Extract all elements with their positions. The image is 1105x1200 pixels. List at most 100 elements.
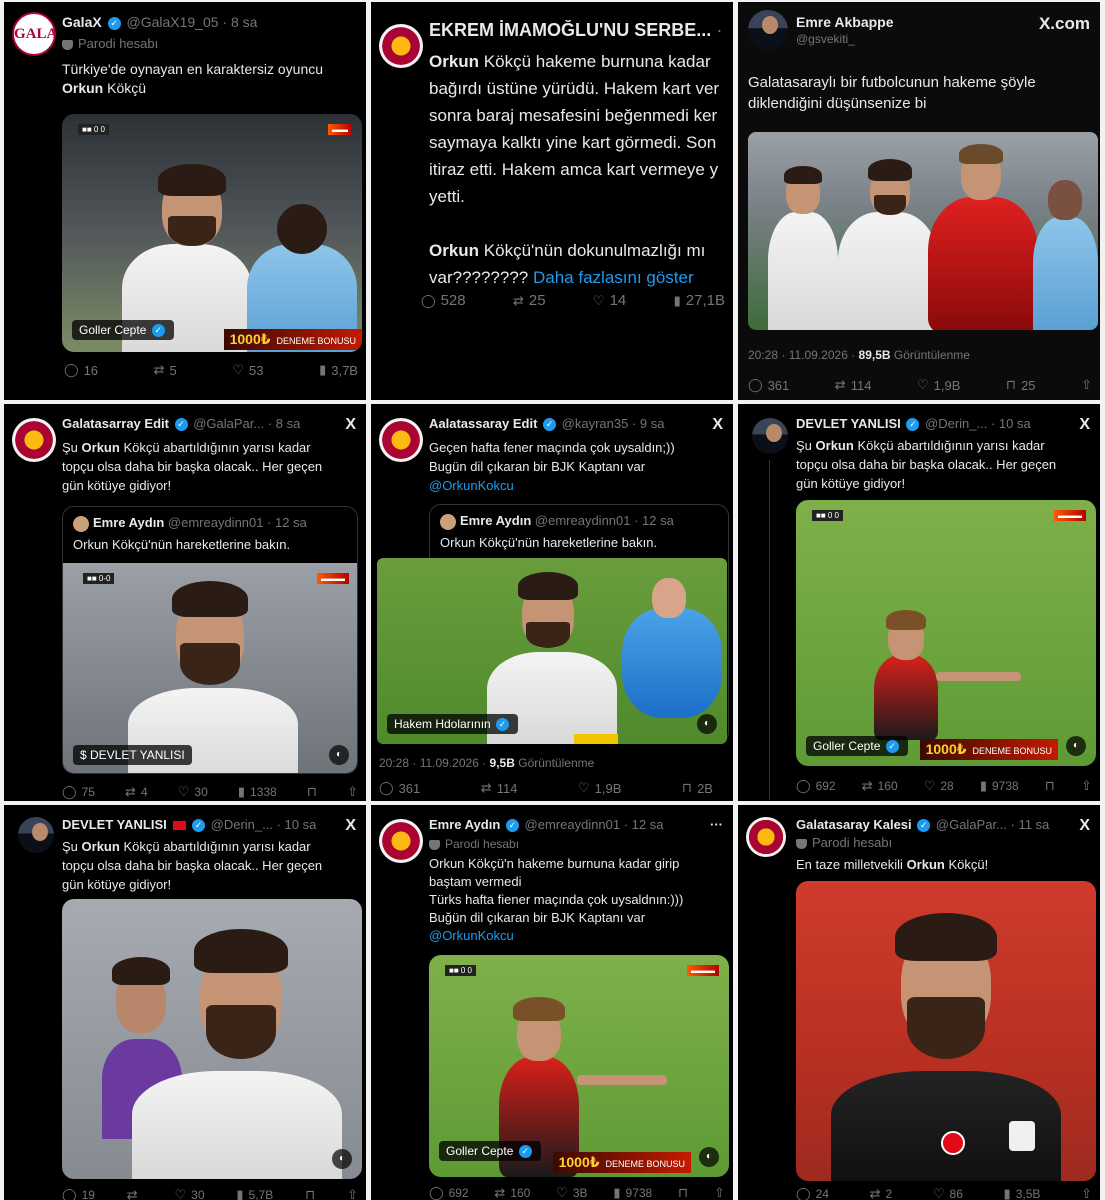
tweet-media[interactable]: ■■ 0 0 ▬▬ Goller Cepte ✓ 1000₺ DENEME BON… — [62, 114, 362, 352]
bookmark-button[interactable]: ⊓ — [1045, 778, 1055, 794]
mute-icon[interactable]: ◐ — [332, 1149, 352, 1169]
tweet-card[interactable]: DEVLET YANLISI ✓ @Derin_... · 10 sa X Şu… — [4, 805, 366, 1200]
avatar[interactable] — [12, 418, 56, 462]
reply-button[interactable]: ◯ 19 — [62, 1187, 95, 1200]
bookmark-button[interactable]: ⊓ — [307, 784, 317, 800]
avatar[interactable] — [748, 10, 788, 50]
tweet-card[interactable]: Galatasaray Kalesi ✓ @GalaPar... · 11 sa… — [738, 805, 1100, 1200]
x-logo-icon[interactable]: X — [1079, 416, 1090, 434]
author-handle[interactable]: @GalaX19_05 — [126, 14, 218, 30]
retweet-button[interactable]: ⇄ 160 — [494, 1185, 530, 1200]
mute-icon[interactable]: ◐ — [1066, 736, 1086, 756]
author-name[interactable]: DEVLET YANLISI — [62, 817, 167, 832]
mention-link[interactable]: @OrkunKokcu — [429, 927, 725, 945]
like-button[interactable]: ♡ 3B — [556, 1185, 587, 1200]
channel-badge[interactable]: Goller Cepte ✓ — [439, 1140, 541, 1161]
share-button[interactable]: ⇧ — [1081, 778, 1092, 794]
views-button[interactable]: ▮ 27,1B — [674, 292, 725, 309]
share-button[interactable]: ⇧ — [714, 1185, 725, 1200]
like-button[interactable]: ♡ 30 — [178, 784, 208, 800]
avatar[interactable] — [379, 24, 423, 68]
author-handle[interactable]: @gsvekiti_ — [796, 32, 855, 46]
bookmark-button[interactable]: ⊓ — [305, 1187, 315, 1200]
avatar[interactable] — [18, 817, 54, 853]
views-button[interactable]: ▮ 3,5B — [1004, 1186, 1041, 1200]
mute-icon[interactable]: ◐ — [329, 745, 349, 765]
avatar[interactable] — [746, 817, 786, 857]
author-name[interactable]: Galatasaray Kalesi — [796, 817, 912, 832]
avatar[interactable] — [752, 418, 788, 454]
tweet-time[interactable]: · 8 sa — [268, 416, 301, 431]
reply-button[interactable]: ◯ 361 — [379, 780, 420, 796]
tweet-time[interactable]: · 8 sa — [222, 14, 257, 30]
views-button[interactable]: ▮ 5,7B — [236, 1187, 273, 1200]
tweet-media[interactable]: ■■ 0 0 ▬▬▬ Goller Cepte ✓ 1000₺ DENEME BO… — [796, 500, 1096, 766]
like-button[interactable]: ♡ 1,9B — [917, 377, 960, 393]
retweet-button[interactable]: ⇄ 25 — [513, 292, 546, 309]
tweet-card[interactable]: Aalatassaray Edit ✓ @kayran35 · 9 sa X G… — [371, 404, 733, 801]
tweet-media[interactable]: ◐ — [62, 899, 362, 1179]
avatar[interactable] — [379, 819, 423, 863]
x-logo-icon[interactable]: X — [345, 817, 356, 835]
retweet-button[interactable]: ⇄ 5 — [154, 362, 177, 378]
tweet-card[interactable]: GALA GalaX ✓ @GalaX19_05 · 8 sa Parodi h… — [4, 2, 366, 400]
more-options-icon[interactable]: ··· — [710, 817, 723, 832]
x-logo-icon[interactable]: X — [1079, 817, 1090, 835]
mention-link[interactable]: @OrkunKokcu — [429, 476, 725, 495]
retweet-button[interactable]: ⇄ 114 — [481, 780, 518, 796]
author-name[interactable]: Emre Akbappe — [796, 14, 894, 30]
share-button[interactable]: ⇧ — [1081, 1186, 1092, 1200]
avatar[interactable]: GALA — [12, 12, 56, 56]
reply-button[interactable]: ◯ 16 — [64, 362, 98, 378]
channel-badge[interactable]: Hakem Hdolarının ✓ — [387, 713, 519, 734]
mute-icon[interactable]: ◐ — [699, 1147, 719, 1167]
share-button[interactable]: ⇧ — [1081, 377, 1092, 393]
views-button[interactable]: ▮ 9738 — [613, 1185, 652, 1200]
x-logo-icon[interactable]: X — [345, 416, 356, 434]
author-name[interactable]: Aalatassaray Edit — [429, 416, 537, 431]
author-handle[interactable]: @Derin_... · 10 sa — [211, 817, 317, 832]
like-button[interactable]: ♡ 1,9B — [578, 780, 621, 796]
author-handle[interactable]: @emreaydinn01 · 12 sa — [525, 817, 664, 832]
like-button[interactable]: ♡ 14 — [593, 292, 626, 309]
retweet-button[interactable]: ⇄ — [127, 1187, 143, 1200]
share-button[interactable]: ⇧ — [347, 1187, 358, 1200]
author-name[interactable]: GalaX — [62, 14, 102, 30]
tweet-card[interactable]: DEVLET YANLISI ✓ @Derin_... · 10 sa X Şu… — [738, 404, 1100, 801]
views-button[interactable]: ▮ 9738 — [980, 778, 1019, 794]
author-name[interactable]: DEVLET YANLISI — [796, 416, 901, 431]
reply-button[interactable]: ◯ 528 — [421, 292, 466, 309]
channel-badge[interactable]: $ DEVLET YANLISI — [73, 745, 192, 765]
tweet-media[interactable] — [748, 132, 1098, 330]
tweet-media[interactable]: ■■ 0-0 ▬▬▬ $ DEVLET YANLISI ◐ — [63, 563, 357, 773]
retweet-button[interactable]: ⇄ 4 — [125, 784, 148, 800]
mute-icon[interactable]: ◐ — [697, 714, 717, 734]
author-name[interactable]: Emre Aydın — [429, 817, 500, 832]
tweet-time[interactable]: · 12 — [716, 20, 725, 40]
tweet-media[interactable] — [796, 881, 1096, 1181]
author-handle[interactable]: @kayran35 · 9 sa — [562, 416, 665, 431]
reply-button[interactable]: ◯ 361 — [748, 377, 789, 393]
author-handle[interactable]: @Derin_... · 10 sa — [925, 416, 1031, 431]
like-button[interactable]: ♡ 53 — [232, 362, 263, 378]
tweet-media[interactable]: ■■ 0 0 ▬▬▬ Goller Cepte ✓ 1000₺ DENEME BO… — [429, 955, 729, 1177]
like-button[interactable]: ♡ 28 — [924, 778, 954, 794]
x-logo-icon[interactable]: X — [712, 416, 723, 434]
reply-button[interactable]: ◯ 75 — [62, 784, 95, 800]
bookmark-button[interactable]: ⊓ — [678, 1185, 688, 1200]
tweet-card[interactable]: Galatasarray Edit ✓ @GalaPar... · 8 sa X… — [4, 404, 366, 801]
channel-badge[interactable]: Goller Cepte ✓ — [72, 319, 174, 340]
tweet-card[interactable]: EKREM İMAMOĞLU'NU SERBE... · 12 Orkun Kö… — [371, 2, 733, 400]
bookmark-button[interactable]: ⊓ 2B — [682, 780, 713, 796]
tweet-media[interactable]: Hakem Hdolarının ✓ ◐ — [377, 558, 727, 744]
views-button[interactable]: ▮ 1338 — [238, 784, 277, 800]
retweet-button[interactable]: ⇄ 160 — [862, 778, 898, 794]
views-button[interactable]: ▮ 3,7B — [319, 362, 358, 378]
author-handle[interactable]: @GalaPar... · 11 sa — [936, 817, 1049, 832]
reply-button[interactable]: ◯ 692 — [429, 1185, 469, 1200]
tweet-card[interactable]: Emre Akbappe @gsvekiti_ X.com Galatasara… — [738, 2, 1100, 400]
author-name[interactable]: EKREM İMAMOĞLU'NU SERBE... — [429, 20, 711, 40]
like-button[interactable]: ♡ 30 — [175, 1187, 205, 1200]
reply-button[interactable]: ◯ 692 — [796, 778, 836, 794]
author-name[interactable]: Galatasarray Edit — [62, 416, 169, 431]
